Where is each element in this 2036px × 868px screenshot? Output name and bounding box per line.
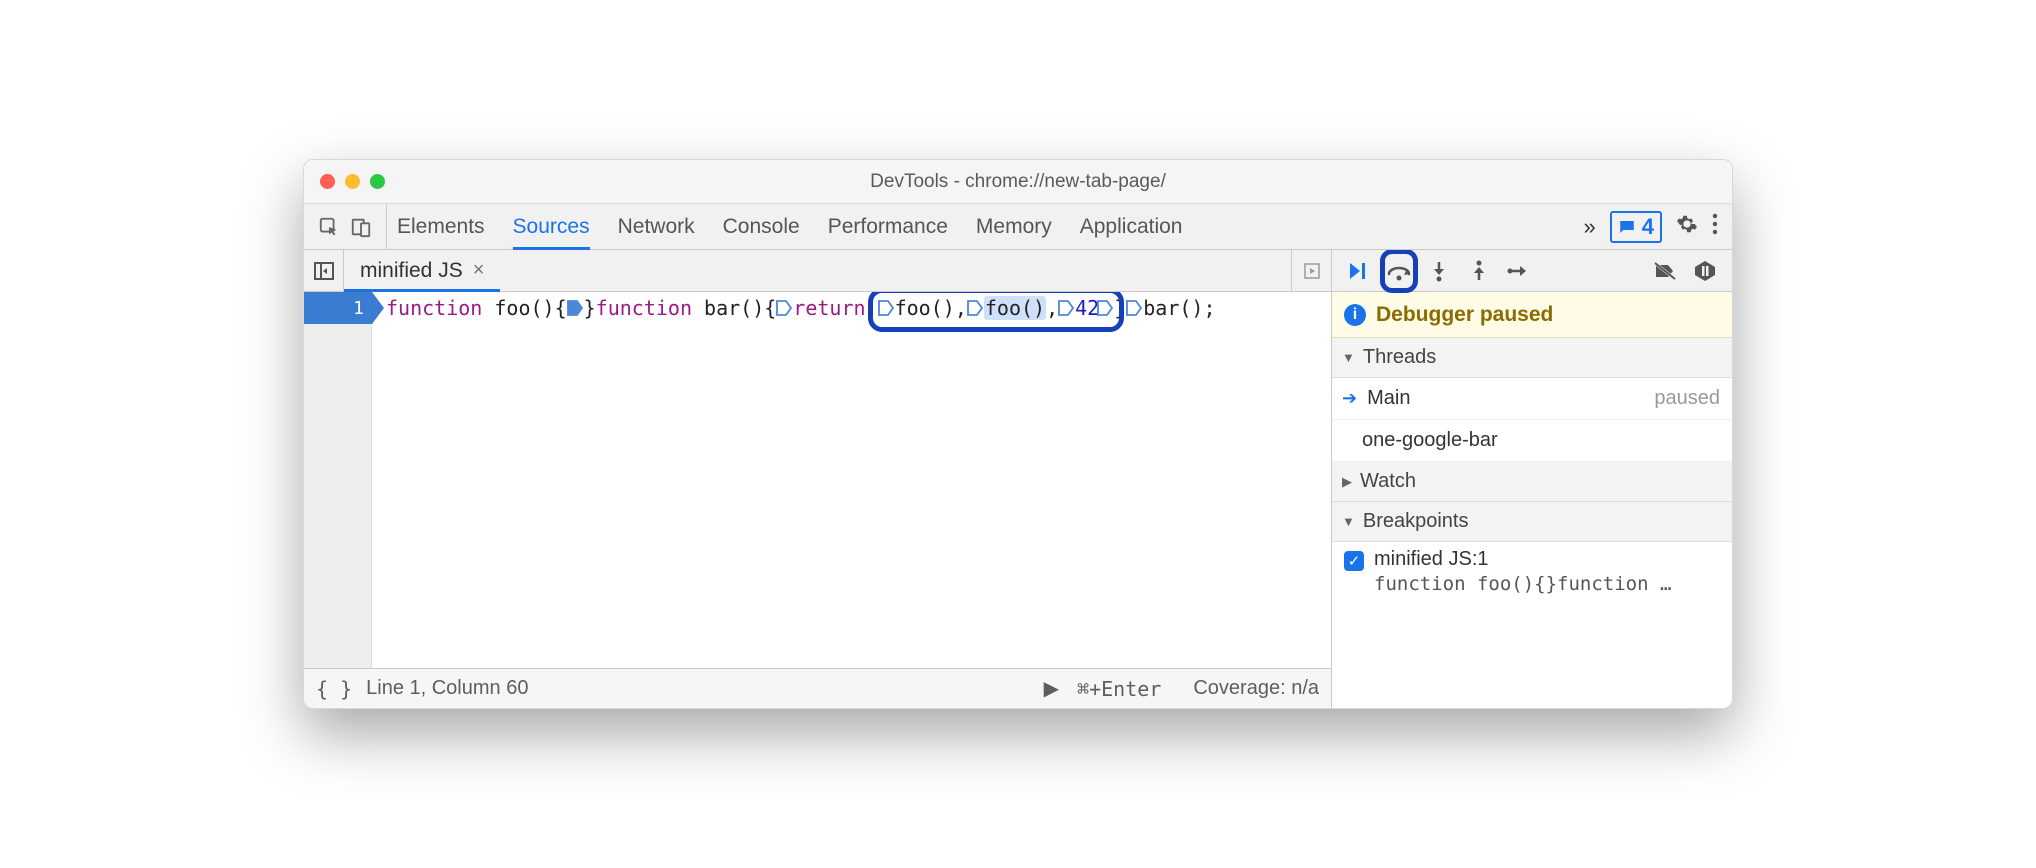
issues-counter[interactable]: 4 [1610,211,1662,243]
breakpoints-label: Breakpoints [1363,510,1469,533]
token: , [1046,296,1058,320]
debugger-paused-label: Debugger paused [1376,303,1553,327]
inline-breakpoint-icon[interactable] [1126,298,1143,318]
run-snippet-icon[interactable] [1291,250,1331,291]
gutter-background [304,324,372,668]
navigator-toggle-icon[interactable] [304,250,344,291]
inline-breakpoint-icon[interactable] [967,298,984,318]
line-number[interactable]: 1 [304,292,372,324]
number-literal: 42 [1075,296,1099,320]
inline-breakpoint-active-icon[interactable] [567,298,584,318]
token: } [584,296,596,320]
watch-label: Watch [1360,470,1416,493]
tab-application[interactable]: Application [1080,204,1183,249]
token [866,296,878,320]
tab-sources[interactable]: Sources [513,204,590,249]
tab-memory[interactable]: Memory [976,204,1052,249]
step-button[interactable] [1500,254,1538,288]
threads-label: Threads [1363,346,1436,369]
tab-elements[interactable]: Elements [397,204,485,249]
inline-breakpoint-icon[interactable] [776,298,793,318]
inline-breakpoint-icon[interactable] [878,298,895,318]
breakpoint-item[interactable]: ✓ minified JS:1 function foo(){}function… [1332,542,1732,605]
close-window-button[interactable] [320,174,335,189]
thread-main[interactable]: ➔ Main paused [1332,378,1732,420]
step-out-button[interactable] [1460,254,1498,288]
more-tabs-button[interactable]: » [1584,214,1596,240]
run-icon: ▶ [1044,676,1059,701]
step-into-button[interactable] [1420,254,1458,288]
kebab-menu-icon[interactable] [1712,213,1718,241]
code-line-1: 1 function foo(){}function bar(){return … [304,292,1331,324]
token: bar(){ [692,296,776,320]
watch-section-header[interactable]: ▶ Watch [1332,462,1732,502]
coverage-status[interactable]: Coverage: n/a [1193,677,1319,700]
info-icon: i [1344,304,1366,326]
deactivate-breakpoints-button[interactable] [1646,254,1684,288]
token: foo(){ [482,296,566,320]
editor-status-bar: { } Line 1, Column 60 ▶ ⌘+Enter Coverage… [304,668,1331,708]
token: foo() [895,296,955,320]
close-file-tab-icon[interactable]: × [473,259,485,282]
thread-main-label: Main [1367,387,1410,410]
cursor-position: Line 1, Column 60 [366,677,528,700]
code-content[interactable]: function foo(){}function bar(){return fo… [384,296,1216,320]
token: , [955,296,967,320]
settings-icon[interactable] [1676,213,1698,241]
breakpoint-code-preview: function foo(){}function … [1374,573,1671,595]
token: } [1114,296,1126,320]
threads-section-header[interactable]: ▼ Threads [1332,338,1732,378]
breakpoint-location: minified JS:1 [1374,548,1671,571]
breakpoints-section-header[interactable]: ▼ Breakpoints [1332,502,1732,542]
panel-tabs: Elements Sources Network Console Perform… [387,204,1570,249]
code-editor[interactable]: 1 function foo(){}function bar(){return … [304,292,1331,668]
tab-console[interactable]: Console [723,204,800,249]
disclosure-triangle-icon: ▶ [1342,474,1352,490]
minimize-window-button[interactable] [345,174,360,189]
breakpoint-checkbox[interactable]: ✓ [1344,551,1364,571]
thread-main-state: paused [1654,387,1720,410]
issues-icon [1618,218,1636,236]
keyword: function [386,296,482,320]
pause-on-exceptions-button[interactable] [1686,254,1724,288]
token-selected: foo() [984,296,1046,320]
inspect-element-icon[interactable] [316,214,342,240]
disclosure-triangle-icon: ▼ [1342,350,1355,365]
main-area: minified JS × 1 function foo(){}function… [304,250,1732,708]
file-tab-minified-js[interactable]: minified JS × [344,250,500,291]
issues-count: 4 [1642,214,1654,240]
resume-button[interactable] [1340,254,1378,288]
step-over-button[interactable] [1380,254,1418,288]
inline-breakpoint-icon[interactable] [1058,298,1075,318]
disclosure-triangle-icon: ▼ [1342,514,1355,529]
pretty-print-icon[interactable]: { } [316,677,352,701]
debugger-paused-banner: i Debugger paused [1332,292,1732,338]
execution-line-marker-icon [372,292,384,324]
window-title: DevTools - chrome://new-tab-page/ [304,171,1732,193]
tab-network[interactable]: Network [618,204,695,249]
keyword: return [793,296,865,320]
token: bar(); [1143,296,1215,320]
highlighted-step-targets: foo(),foo(),42 [878,296,1115,320]
file-tab-bar: minified JS × [304,250,1331,292]
titlebar: DevTools - chrome://new-tab-page/ [304,160,1732,204]
tab-performance[interactable]: Performance [828,204,948,249]
panel-toolbar: Elements Sources Network Console Perform… [304,204,1732,250]
debugger-controls [1332,250,1732,292]
run-shortcut-hint: ⌘+Enter [1077,677,1161,701]
file-tab-label: minified JS [360,259,463,283]
window-controls [304,174,385,189]
thread-one-google-bar[interactable]: one-google-bar [1332,420,1732,462]
debugger-pane: i Debugger paused ▼ Threads ➔ Main pause… [1332,250,1732,708]
keyword: function [596,296,692,320]
devtools-window: DevTools - chrome://new-tab-page/ Elemen… [303,159,1733,709]
zoom-window-button[interactable] [370,174,385,189]
device-toolbar-icon[interactable] [348,214,374,240]
current-thread-icon: ➔ [1342,388,1357,409]
thread-ogb-label: one-google-bar [1362,429,1498,452]
sources-editor-pane: minified JS × 1 function foo(){}function… [304,250,1332,708]
inline-breakpoint-icon[interactable] [1097,298,1114,318]
